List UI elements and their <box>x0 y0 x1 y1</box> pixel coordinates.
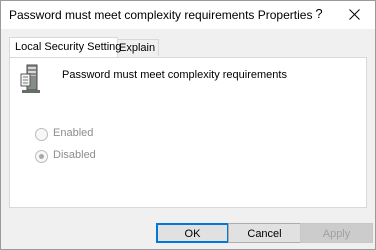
policy-title: Password must meet complexity requiremen… <box>62 69 287 81</box>
radio-disabled[interactable] <box>35 150 48 163</box>
apply-button[interactable]: Apply <box>300 223 373 243</box>
cancel-button[interactable]: Cancel <box>228 223 301 243</box>
option-disabled-label: Disabled <box>53 149 96 161</box>
tab-local-security-setting[interactable]: Local Security Setting <box>9 37 121 57</box>
close-icon <box>349 9 360 20</box>
tab-panel: Password must meet complexity requiremen… <box>9 57 367 208</box>
window-title: Password must meet complexity requiremen… <box>9 8 313 22</box>
title-bar[interactable]: Password must meet complexity requiremen… <box>1 1 375 29</box>
server-policy-icon <box>20 64 40 93</box>
option-enabled-label: Enabled <box>53 127 94 139</box>
radio-selected-dot <box>39 154 44 159</box>
properties-dialog: Password must meet complexity requiremen… <box>0 0 376 250</box>
help-button[interactable]: ? <box>312 6 326 21</box>
close-button[interactable] <box>339 3 369 25</box>
ok-button[interactable]: OK <box>156 223 229 243</box>
dialog-client-area: Local Security Setting Explain Password … <box>1 29 375 249</box>
radio-enabled[interactable] <box>35 128 48 141</box>
